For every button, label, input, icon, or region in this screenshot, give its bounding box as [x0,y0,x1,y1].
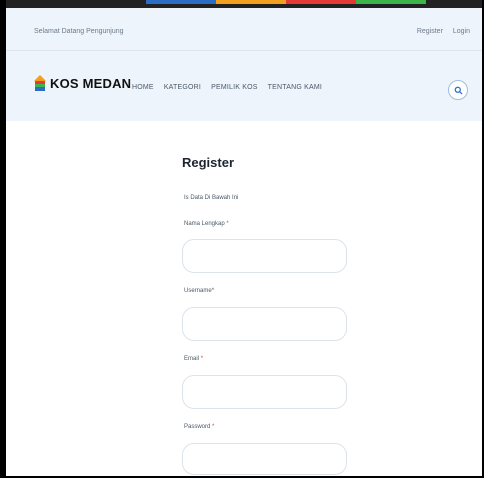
nav-item-home[interactable]: HOME [132,84,154,91]
color-strip-orange [216,0,286,4]
nav-menu: HOME KATEGORI PEMILIK KOS TENTANG KAMI [132,84,332,91]
username-label: Username* [184,288,214,294]
color-strip-green [356,0,426,4]
form-title: Register [182,155,235,170]
site-header: Selamat Datang Pengunjung Register Login… [6,8,482,121]
register-form: Register Is Data Di Bawah Ini Nama Lengk… [182,155,352,475]
top-info-bar: Selamat Datang Pengunjung Register Login [6,8,482,51]
username-field[interactable] [182,307,347,341]
color-strip-blue [146,0,216,4]
register-link[interactable]: Register [417,28,443,35]
nav-item-kategori[interactable]: KATEGORI [164,84,201,91]
password-label-text: Password [184,424,211,430]
search-button[interactable] [448,80,468,100]
required-marker: * [226,221,229,227]
fullname-label: Nama Lengkap * [184,221,229,227]
browser-frame: Selamat Datang Pengunjung Register Login… [0,0,484,478]
house-logo-icon [34,75,46,91]
nav-item-pemilik-kos[interactable]: PEMILIK KOS [211,84,258,91]
email-label: Email * [184,356,203,362]
email-label-text: Email [184,356,200,362]
welcome-text: Selamat Datang Pengunjung [34,28,124,35]
login-link[interactable]: Login [453,28,470,35]
required-marker: * [211,288,215,294]
username-label-text: Username [184,288,212,294]
auth-links: Register Login [409,28,470,35]
required-marker: * [212,424,215,430]
brand-name: KOS MEDAN [50,75,132,91]
main-navbar: KOS MEDAN HOME KATEGORI PEMILIK KOS TENT… [6,51,482,121]
site-logo[interactable]: KOS MEDAN [34,75,131,91]
password-field[interactable] [182,443,347,475]
fullname-label-text: Nama Lengkap [184,221,225,227]
fullname-field[interactable] [182,239,347,273]
search-icon [454,86,462,94]
form-subtitle: Is Data Di Bawah Ini [184,195,239,201]
nav-item-tentang-kami[interactable]: TENTANG KAMI [268,84,322,91]
email-field[interactable] [182,375,347,409]
required-marker: * [200,356,204,362]
password-label: Password * [184,424,214,430]
color-strip-red [286,0,356,4]
top-dark-bar [6,0,482,8]
